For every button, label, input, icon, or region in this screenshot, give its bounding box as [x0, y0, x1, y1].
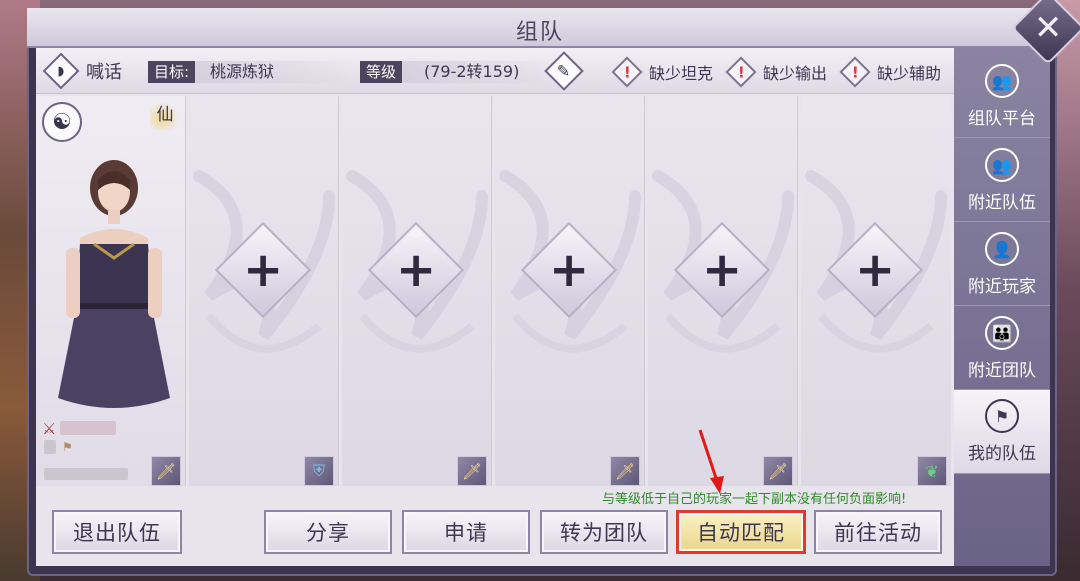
lack-dps: ! 缺少输出: [725, 56, 828, 88]
warning-icon: !: [725, 56, 757, 88]
plus-icon: +: [701, 242, 743, 298]
immortal-badge: 仙: [150, 100, 180, 130]
red-arrow-annotation: [698, 429, 724, 494]
team-sidebar: 👥 组队平台 👥 附近队伍 👤 附近玩家 👪 附近团队 ⚑ 我的队伍: [954, 48, 1050, 566]
flag-icon: ⚑: [62, 440, 73, 454]
edit-button[interactable]: ✎: [544, 51, 584, 91]
sidebar-item-label: 附近团队: [968, 361, 1036, 381]
level-notice: 与等级低于自己的玩家一起下副本没有任何负面影响!: [602, 492, 907, 507]
sidebar-item-nearby-player[interactable]: 👤 附近玩家: [954, 224, 1050, 306]
go-to-activity-button[interactable]: 前往活动: [814, 510, 942, 554]
member-slot-empty[interactable]: + 🗡: [495, 96, 645, 486]
player-name-blurred: [60, 421, 117, 435]
lack-support-label: 缺少辅助: [877, 64, 942, 83]
crossed-swords-icon: ⚔: [42, 418, 57, 438]
member-slot-player[interactable]: ☯ 仙 ⚔ ⚑ 🗡: [36, 96, 186, 486]
level-tag: 等级: [360, 61, 403, 83]
target-tag: 目标:: [148, 61, 196, 83]
shout-label: 喊话: [86, 62, 122, 83]
player-info-row: ⚑: [44, 440, 73, 454]
sword-icon: 🗡: [151, 456, 181, 486]
target-value: 桃源炼狱: [210, 62, 275, 81]
leaf-icon: ❦: [917, 456, 947, 486]
nearby-team-icon: 👥: [985, 148, 1019, 182]
sidebar-item-nearby-team[interactable]: 👥 附近队伍: [954, 140, 1050, 222]
sidebar-item-label: 附近玩家: [968, 277, 1036, 297]
member-slot-empty[interactable]: + ⛨: [189, 96, 339, 486]
megaphone-icon: ◗: [42, 52, 80, 90]
team-topbar: ◗ 喊话 目标: 桃源炼狱 等级 (79-2转159) ✎ ! 缺少坦克 ! 缺…: [36, 48, 954, 94]
team-platform-icon: 👥: [985, 64, 1019, 98]
warning-icon: !: [611, 56, 643, 88]
member-slot-empty[interactable]: + 🗡: [342, 96, 492, 486]
class-emblem-icon: ☯: [42, 102, 82, 142]
plus-icon: +: [548, 242, 590, 298]
my-team-icon: ⚑: [985, 399, 1019, 433]
sidebar-item-my-team[interactable]: ⚑ 我的队伍: [954, 390, 1050, 474]
sidebar-item-label: 附近队伍: [968, 193, 1036, 213]
plus-icon: +: [854, 242, 896, 298]
sword-icon: 🗡: [610, 456, 640, 486]
apply-button[interactable]: 申请: [402, 510, 530, 554]
player-detail-blurred: [44, 468, 128, 480]
nearby-player-icon: 👤: [985, 232, 1019, 266]
player-avatar: [58, 160, 170, 408]
lack-dps-label: 缺少输出: [763, 64, 828, 83]
nearby-group-icon: 👪: [985, 316, 1019, 350]
lack-support: ! 缺少辅助: [839, 56, 942, 88]
leave-team-button[interactable]: 退出队伍: [52, 510, 182, 554]
info-blurred: [44, 440, 56, 454]
convert-to-group-button[interactable]: 转为团队: [540, 510, 668, 554]
plus-icon: +: [395, 242, 437, 298]
player-name-row: ⚔: [42, 418, 182, 438]
warning-icon: !: [839, 56, 871, 88]
sidebar-item-team-platform[interactable]: 👥 组队平台: [954, 56, 1050, 138]
lack-tank: ! 缺少坦克: [611, 56, 714, 88]
sidebar-item-label: 我的队伍: [968, 444, 1036, 464]
main-panel: ◗ 喊话 目标: 桃源炼狱 等级 (79-2转159) ✎ ! 缺少坦克 ! 缺…: [36, 48, 954, 566]
member-slot-empty[interactable]: + ❦: [801, 96, 951, 486]
sword-icon: 🗡: [457, 456, 487, 486]
shield-icon: ⛨: [304, 456, 334, 486]
sidebar-item-nearby-group[interactable]: 👪 附近团队: [954, 308, 1050, 390]
pen-icon: ✎: [557, 61, 571, 81]
level-value: (79-2转159): [424, 62, 520, 81]
plus-icon: +: [242, 242, 284, 298]
lack-tank-label: 缺少坦克: [649, 64, 714, 83]
sword-icon: 🗡: [763, 456, 793, 486]
auto-match-button[interactable]: 自动匹配: [676, 510, 806, 554]
shout-button[interactable]: ◗ 喊话: [42, 52, 122, 90]
close-icon: ✕: [1033, 7, 1063, 48]
share-button[interactable]: 分享: [264, 510, 392, 554]
sidebar-item-label: 组队平台: [968, 109, 1036, 129]
window-title: 组队: [515, 20, 564, 45]
